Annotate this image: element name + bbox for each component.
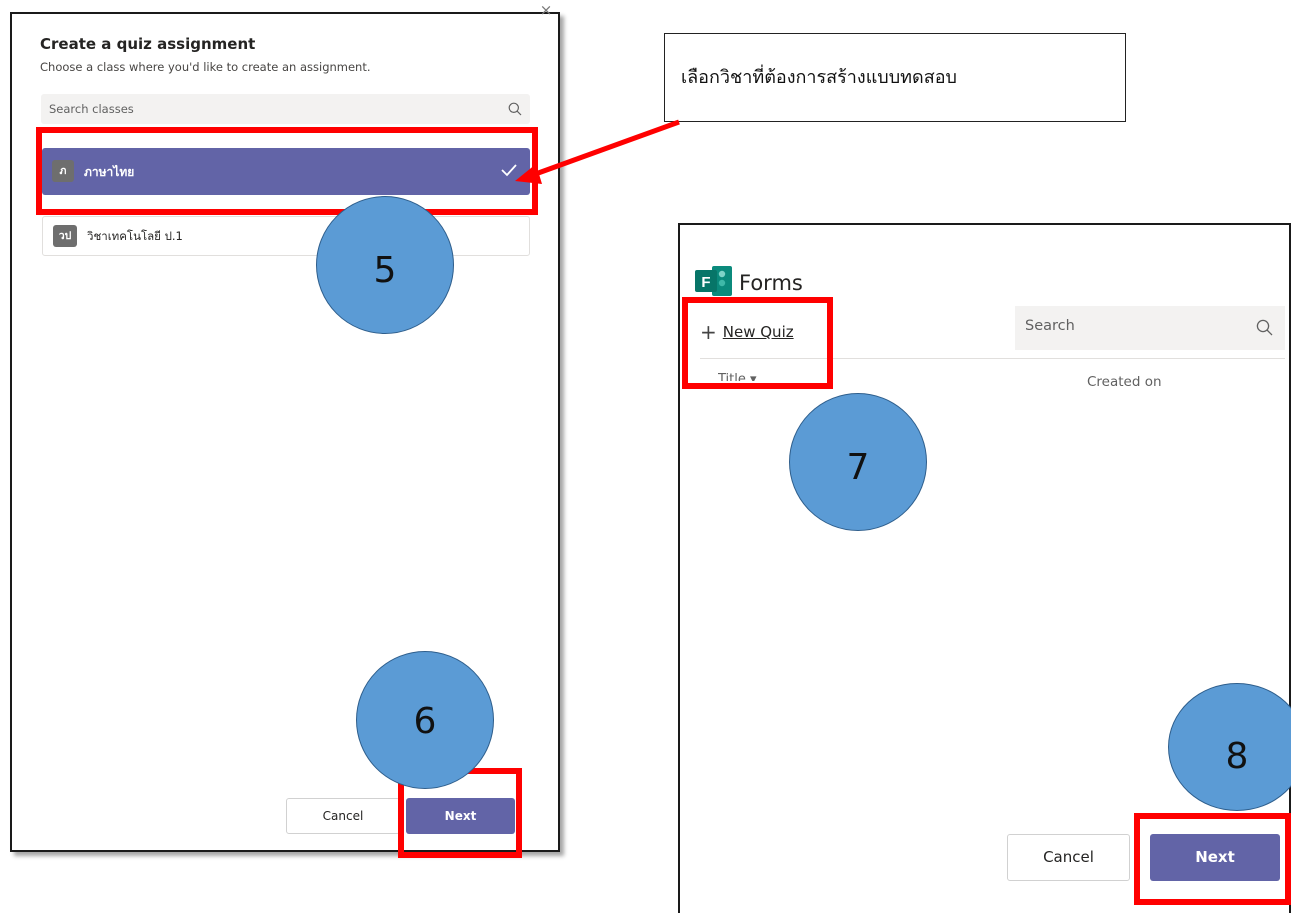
- close-icon[interactable]: ×: [536, 0, 556, 20]
- class-name: วิชาเทคโนโลยี ป.1: [87, 229, 183, 243]
- highlight-new-quiz: [682, 297, 833, 389]
- logo-letter: F: [701, 274, 710, 291]
- column-header-created-on[interactable]: Created on: [1087, 374, 1162, 390]
- step-badge-5: 5: [316, 196, 454, 334]
- app-title: Forms: [739, 271, 803, 295]
- step-badge-7: 7: [789, 393, 927, 531]
- highlight-next-button: [1134, 813, 1291, 905]
- search-placeholder: Search: [1025, 318, 1075, 334]
- forms-logo-icon: F: [694, 265, 734, 299]
- cancel-button[interactable]: Cancel: [1007, 834, 1130, 881]
- search-input[interactable]: Search: [1015, 306, 1285, 350]
- instruction-callout: เลือกวิชาที่ต้องการสร้างแบบทดสอบ: [664, 33, 1126, 122]
- highlight-class-selection: [36, 127, 538, 215]
- callout-text: เลือกวิชาที่ต้องการสร้างแบบทดสอบ: [681, 67, 957, 88]
- search-classes-placeholder: Search classes: [49, 102, 134, 116]
- class-avatar: วป: [53, 225, 77, 247]
- dialog-title: Create a quiz assignment: [40, 35, 256, 53]
- dialog-subtitle: Choose a class where you'd like to creat…: [40, 60, 371, 74]
- cancel-button[interactable]: Cancel: [286, 798, 400, 834]
- search-classes-input[interactable]: Search classes: [41, 94, 530, 124]
- class-item[interactable]: วป วิชาเทคโนโลยี ป.1: [42, 216, 530, 256]
- step-badge-6: 6: [356, 651, 494, 789]
- search-icon[interactable]: [1256, 319, 1273, 340]
- search-icon[interactable]: [508, 101, 522, 120]
